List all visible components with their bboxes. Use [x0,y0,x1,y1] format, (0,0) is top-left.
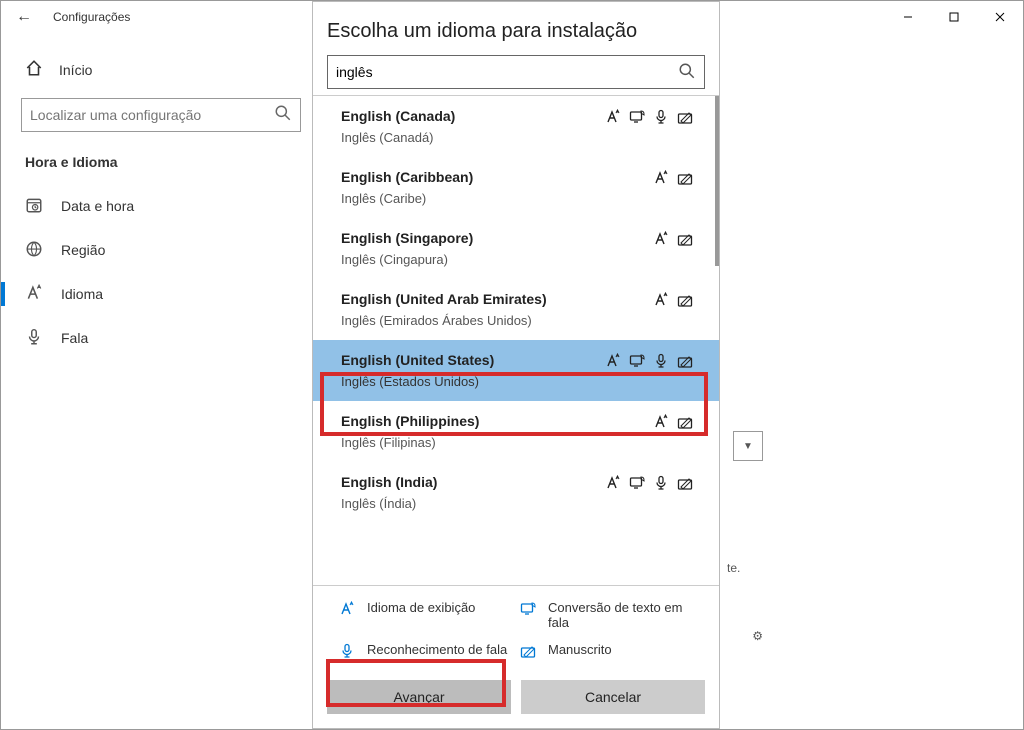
nav-label: Idioma [61,286,103,302]
ink-icon [677,414,693,430]
background-text-fragment: te. [727,561,740,575]
legend-ink: Manuscrito [520,642,693,662]
language-local-name: Inglês (Cingapura) [341,252,691,267]
display-icon [605,475,621,491]
language-search-input[interactable] [336,64,678,80]
close-button[interactable] [977,1,1023,33]
legend-speech: Reconhecimento de fala [339,642,512,662]
ink-icon [677,292,693,308]
language-capabilities [653,231,693,247]
speech-icon [653,353,669,369]
search-icon [678,62,696,83]
legend-display: Idioma de exibição [339,600,512,630]
maximize-button[interactable] [931,1,977,33]
language-local-name: Inglês (Canadá) [341,130,691,145]
language-capabilities [605,353,693,369]
speech-icon [653,475,669,491]
search-icon [274,104,292,127]
dialog-title: Escolha um idioma para instalação [327,20,705,43]
display-icon [653,292,669,308]
settings-search-input[interactable] [30,107,274,123]
language-list-container: English (Canada)Inglês (Canadá)English (… [313,95,719,585]
ink-icon [677,475,693,491]
settings-search[interactable] [21,98,301,132]
language-english-name: English (Caribbean) [341,169,691,185]
globe-icon [25,240,43,261]
language-capabilities [605,109,693,125]
language-capabilities [605,475,693,491]
language-icon [25,284,43,305]
display-icon [653,414,669,430]
display-icon [339,601,357,620]
language-option[interactable]: English (United States)Inglês (Estados U… [313,340,719,401]
tts-icon [629,109,645,125]
language-option[interactable]: English (United Arab Emirates) Inglês (Em… [313,279,719,340]
language-option[interactable]: English (India)Inglês (Índia) [313,462,719,523]
language-install-dialog: Escolha um idioma para instalação Englis… [312,1,720,729]
display-icon [605,353,621,369]
nav-item-datetime[interactable]: Data e hora [21,184,301,228]
sidebar: Início Hora e Idioma Data e hora Região … [1,35,321,360]
language-local-name: Inglês (Estados Unidos) [341,374,691,389]
language-local-name: Inglês (Emirados Árabes Unidos) [341,313,691,328]
display-icon [653,231,669,247]
tts-icon [629,353,645,369]
ink-icon [677,109,693,125]
scrollbar-thumb[interactable] [715,96,719,266]
minimize-button[interactable] [885,1,931,33]
language-option[interactable]: English (Canada)Inglês (Canadá) [313,96,719,157]
nav-label: Região [61,242,105,258]
window-title: Configurações [47,10,130,24]
tts-icon [629,475,645,491]
home-icon [25,59,43,80]
capabilities-legend: Idioma de exibição Conversão de texto em… [313,585,719,670]
home-label: Início [59,62,92,78]
language-local-name: Inglês (Filipinas) [341,435,691,450]
language-english-name: English (Singapore) [341,230,691,246]
language-local-name: Inglês (Caribe) [341,191,691,206]
language-local-name: Inglês (Índia) [341,496,691,511]
cancel-button[interactable]: Cancelar [521,680,705,714]
nav-label: Fala [61,330,88,346]
legend-tts: Conversão de texto em fala [520,600,693,630]
language-capabilities [653,292,693,308]
dialog-footer: Avançar Cancelar [313,670,719,728]
nav-label: Data e hora [61,198,134,214]
language-english-name: English (United Arab Emirates) [341,291,691,307]
ink-icon [677,353,693,369]
home-link[interactable]: Início [21,35,301,98]
background-gear-icon: ⚙ [752,629,763,643]
language-option[interactable]: English (Philippines) Inglês (Filipinas) [313,401,719,462]
speech-icon [653,109,669,125]
mic-icon [339,643,357,662]
nav-item-language[interactable]: Idioma [21,272,301,316]
background-dropdown[interactable]: ▼ [733,431,763,461]
language-option[interactable]: English (Caribbean) Inglês (Caribe) [313,157,719,218]
ink-icon [677,170,693,186]
display-icon [653,170,669,186]
ink-icon [520,643,538,662]
language-english-name: English (Philippines) [341,413,691,429]
language-list[interactable]: English (Canada)Inglês (Canadá)English (… [313,96,719,585]
scrollbar[interactable] [715,96,719,585]
nav-item-region[interactable]: Região [21,228,301,272]
nav-item-speech[interactable]: Fala [21,316,301,360]
clock-icon [25,196,43,217]
language-capabilities [653,414,693,430]
language-search[interactable] [327,55,705,89]
language-option[interactable]: English (Singapore) Inglês (Cingapura) [313,218,719,279]
back-button[interactable]: ← [1,8,47,26]
section-heading: Hora e Idioma [21,132,301,184]
tts-icon [520,601,538,620]
ink-icon [677,231,693,247]
language-capabilities [653,170,693,186]
mic-icon [25,328,43,349]
display-icon [605,109,621,125]
next-button[interactable]: Avançar [327,680,511,714]
